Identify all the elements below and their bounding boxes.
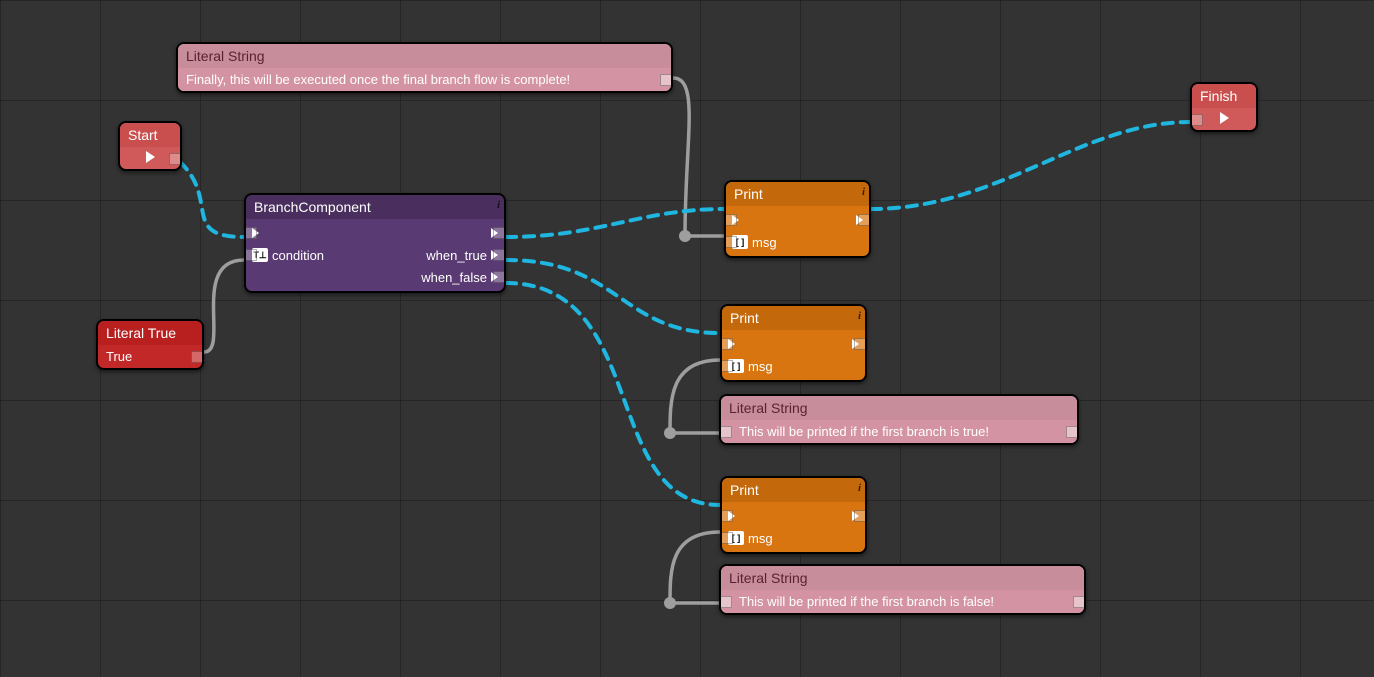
port-exec-out[interactable] [169, 153, 181, 165]
node-header: Literal String [721, 566, 1084, 590]
info-icon[interactable]: i [858, 310, 861, 322]
node-print-2[interactable]: Print i [ ] msg [720, 304, 867, 382]
port-exec-in[interactable] [1191, 114, 1203, 126]
port-msg-in[interactable] [721, 360, 733, 372]
node-title: BranchComponent [254, 199, 371, 215]
node-title: Print [734, 186, 763, 202]
port-data-out[interactable] [660, 74, 672, 86]
node-title: Literal String [729, 400, 808, 416]
edge-junction-to-print3-msg [670, 532, 720, 603]
msg-label: msg [748, 359, 773, 374]
node-header: Literal String [178, 44, 671, 68]
literal-value: True [106, 349, 132, 364]
port-data-out[interactable] [191, 351, 203, 363]
play-icon [1220, 112, 1229, 124]
literal-value: This will be printed if the first branch… [729, 594, 994, 609]
port-exec-out[interactable] [493, 227, 505, 239]
node-literal-string-2[interactable]: Literal String This will be printed if t… [719, 394, 1079, 445]
node-literal-string-1[interactable]: Literal String Finally, this will be exe… [176, 42, 673, 93]
node-header: BranchComponent i [246, 195, 504, 219]
node-title: Start [128, 127, 158, 143]
info-icon[interactable]: i [858, 482, 861, 494]
when-false-label: when_false [421, 270, 487, 285]
node-print-1[interactable]: Print i [ ] msg [724, 180, 871, 258]
edge-branch-to-print1 [506, 209, 724, 237]
edge-print1-to-finish [871, 122, 1190, 209]
port-exec-out[interactable] [854, 338, 866, 350]
port-data-out[interactable] [720, 426, 732, 438]
node-title: Print [730, 482, 759, 498]
edge-junction-to-print2-msg [670, 360, 720, 433]
node-start[interactable]: Start [118, 121, 182, 171]
node-title: Print [730, 310, 759, 326]
play-icon [146, 151, 155, 163]
junction-dot [664, 597, 676, 609]
info-icon[interactable]: i [497, 199, 500, 211]
edges-layer [0, 0, 1374, 677]
port-data-out[interactable] [1073, 596, 1085, 608]
node-header: Literal String [721, 396, 1077, 420]
node-header: Finish [1192, 84, 1256, 108]
when-true-label: when_true [426, 248, 487, 263]
port-exec-in[interactable] [721, 510, 733, 522]
port-exec-in[interactable] [725, 214, 737, 226]
condition-label: condition [272, 248, 324, 263]
port-exec-in[interactable] [245, 227, 257, 239]
node-title: Literal String [186, 48, 265, 64]
port-when-false-out[interactable] [493, 271, 505, 283]
edge-branch-true-to-print2 [506, 260, 720, 333]
node-header: Print i [726, 182, 869, 206]
junction-dot [679, 230, 691, 242]
node-title: Literal True [106, 325, 176, 341]
port-condition-in[interactable] [245, 249, 257, 261]
port-exec-out[interactable] [854, 510, 866, 522]
edge-branch-false-to-print3 [506, 283, 720, 505]
port-msg-in[interactable] [721, 532, 733, 544]
msg-label: msg [752, 235, 777, 250]
edge-literaltrue-to-condition [204, 260, 244, 352]
node-graph-canvas[interactable]: Start Finish Literal True True Literal S… [0, 0, 1374, 677]
node-title: Literal String [729, 570, 808, 586]
node-header: Print i [722, 478, 865, 502]
node-title: Finish [1200, 88, 1237, 104]
port-data-out[interactable] [1066, 426, 1078, 438]
literal-value: This will be printed if the first branch… [729, 424, 989, 439]
info-icon[interactable]: i [862, 186, 865, 198]
node-literal-string-3[interactable]: Literal String This will be printed if t… [719, 564, 1086, 615]
edge-literalstring-top-down [673, 78, 689, 236]
literal-value: Finally, this will be executed once the … [186, 72, 570, 87]
node-header: Start [120, 123, 180, 147]
port-msg-in[interactable] [725, 236, 737, 248]
node-print-3[interactable]: Print i [ ] msg [720, 476, 867, 554]
node-header: Literal True [98, 321, 202, 345]
port-exec-out[interactable] [858, 214, 870, 226]
node-finish[interactable]: Finish [1190, 82, 1258, 132]
port-exec-in[interactable] [721, 338, 733, 350]
node-header: Print i [722, 306, 865, 330]
node-literal-true[interactable]: Literal True True [96, 319, 204, 370]
junction-dot [664, 427, 676, 439]
node-branch[interactable]: BranchComponent i T⊥ condition when_true [244, 193, 506, 293]
port-when-true-out[interactable] [493, 249, 505, 261]
msg-label: msg [748, 531, 773, 546]
port-data-out[interactable] [720, 596, 732, 608]
edge-start-to-branch [180, 162, 244, 237]
